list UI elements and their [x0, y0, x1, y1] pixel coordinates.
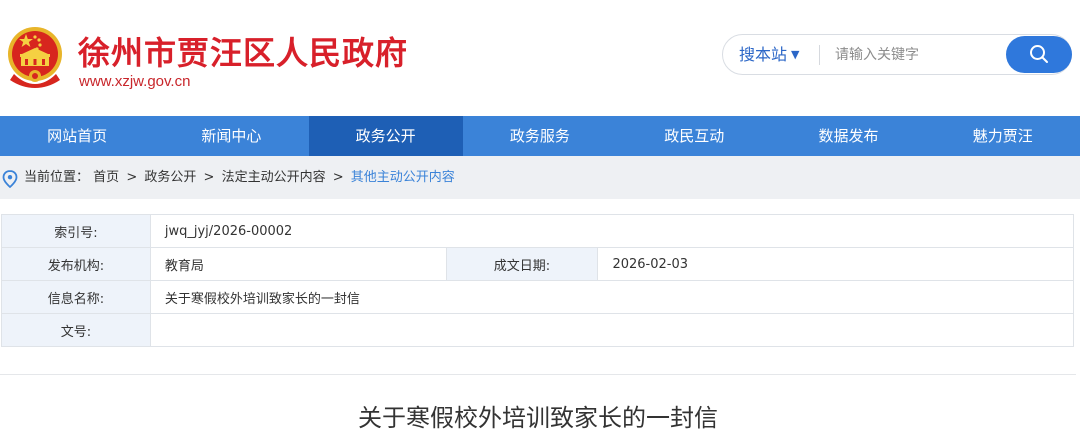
breadcrumb-trail: 当前位置： 首页 > 政务公开 > 法定主动公开内容 > 其他主动公开内容 — [24, 156, 455, 199]
article-title: 关于寒假校外培训致家长的一封信 — [358, 404, 718, 432]
info-name-label: 信息名称: — [1, 280, 151, 314]
table-row: 文号: — [1, 313, 1075, 347]
national-emblem-icon — [8, 27, 62, 88]
index-number-label: 索引号: — [1, 214, 151, 248]
breadcrumb-prefix: 当前位置： — [24, 170, 90, 185]
table-row: 发布机构: 教育局 成文日期: 2026-02-03 — [1, 247, 1074, 281]
search-divider — [819, 45, 820, 65]
search-icon — [1030, 45, 1048, 63]
publisher-label: 发布机构: — [1, 247, 151, 281]
nav-item-news[interactable]: 新闻中心 — [154, 116, 308, 156]
breadcrumb-item-current[interactable]: 其他主动公开内容 — [351, 170, 455, 185]
date-label: 成文日期: — [445, 247, 599, 281]
search-box: 搜本站 ▼ — [722, 34, 1072, 75]
breadcrumb-separator: > — [126, 170, 138, 185]
date-value: 2026-02-03 — [597, 247, 1074, 281]
nav-item-gov-affairs-open[interactable]: 政务公开 — [308, 116, 463, 156]
search-button[interactable] — [1006, 36, 1072, 73]
nav-item-home[interactable]: 网站首页 — [0, 116, 154, 156]
search-scope-label: 搜本站 — [739, 45, 788, 64]
info-table: 索引号: jwq_jyj/2026-00002 发布机构: 教育局 成文日期: … — [1, 214, 1075, 347]
info-name-value: 关于寒假校外培训致家长的一封信 — [149, 280, 1075, 314]
nav-item-charm-jiawang[interactable]: 魅力贾汪 — [926, 116, 1080, 156]
nav-item-gov-services[interactable]: 政务服务 — [463, 116, 617, 156]
index-number-value: jwq_jyj/2026-00002 — [149, 214, 1075, 248]
breadcrumb-item-statutory-disclosure[interactable]: 法定主动公开内容 — [222, 170, 326, 185]
breadcrumb-separator: > — [332, 170, 344, 185]
nav-item-interaction[interactable]: 政民互动 — [617, 116, 771, 156]
breadcrumb-item-home[interactable]: 首页 — [93, 170, 119, 185]
location-pin-icon — [2, 170, 18, 188]
nav-item-data-release[interactable]: 数据发布 — [771, 116, 925, 156]
table-row: 索引号: jwq_jyj/2026-00002 — [1, 214, 1075, 248]
main-nav: 网站首页 新闻中心 政务公开 政务服务 政民互动 数据发布 魅力贾汪 — [0, 116, 1080, 156]
site-title[interactable]: 徐州市贾汪区人民政府 — [78, 28, 408, 74]
breadcrumb-item-gov-affairs-open[interactable]: 政务公开 — [144, 170, 196, 185]
site-url[interactable]: www.xzjw.gov.cn — [79, 73, 190, 90]
search-scope-dropdown[interactable]: 搜本站 ▼ — [739, 35, 799, 74]
breadcrumb-separator: > — [203, 170, 215, 185]
search-input[interactable] — [835, 41, 995, 68]
doc-number-label: 文号: — [1, 313, 151, 347]
doc-number-value — [149, 313, 1075, 347]
chevron-down-icon: ▼ — [791, 48, 800, 61]
site-header: 徐州市贾汪区人民政府 www.xzjw.gov.cn 搜本站 ▼ — [0, 0, 1080, 116]
content-divider — [0, 374, 1076, 375]
publisher-value: 教育局 — [149, 247, 447, 281]
breadcrumb: 当前位置： 首页 > 政务公开 > 法定主动公开内容 > 其他主动公开内容 — [0, 156, 1080, 199]
table-row: 信息名称: 关于寒假校外培训致家长的一封信 — [1, 280, 1075, 314]
